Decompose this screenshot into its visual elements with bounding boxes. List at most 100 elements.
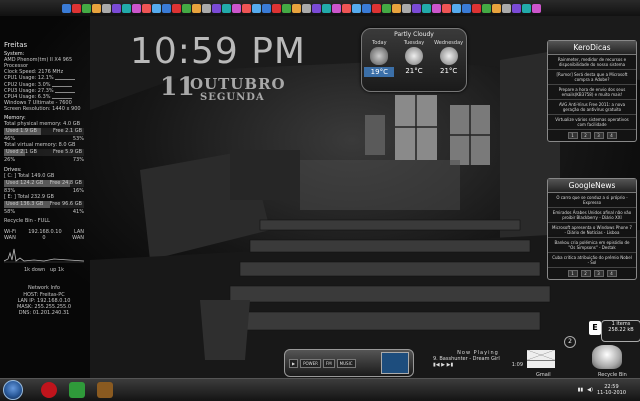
launcher-icon[interactable] (472, 3, 481, 13)
page-button[interactable]: 4 (606, 270, 617, 277)
launcher-icon[interactable] (522, 3, 531, 13)
winrar-icon[interactable] (97, 382, 113, 398)
news-item[interactable]: Emirados Árabes Unidos afinal não vão pr… (548, 208, 636, 223)
launcher-icon[interactable] (292, 3, 301, 13)
launcher-icon[interactable] (212, 3, 221, 13)
launcher-icon[interactable] (252, 3, 261, 13)
launcher-icon[interactable] (512, 3, 521, 13)
launcher-icon[interactable] (82, 3, 91, 13)
network-icon[interactable]: ▮▮ (578, 387, 584, 393)
launcher-icon[interactable] (282, 3, 291, 13)
launcher-icon[interactable] (132, 3, 141, 13)
launcher-icon[interactable] (92, 3, 101, 13)
launcher-icon[interactable] (262, 3, 271, 13)
windows-start-icon[interactable] (3, 380, 23, 400)
envelope-icon[interactable] (527, 350, 555, 368)
transport-controls[interactable]: ▮◀ ▶ ▶▮ (433, 362, 453, 368)
power-button[interactable]: POWER (300, 358, 321, 368)
unread-count-badge: 2 (564, 336, 576, 348)
launcher-icon[interactable] (272, 3, 281, 13)
drive-e-bar: Used 136.3 GB Free 96.6 GB (4, 200, 84, 208)
page-button[interactable]: 2 (580, 132, 591, 139)
page-button[interactable]: 3 (593, 270, 604, 277)
launcher-icon[interactable] (62, 3, 71, 13)
launcher-icon[interactable] (222, 3, 231, 13)
feed-item[interactable]: AVG Anti-Virus Free 2011: a nova geração… (548, 100, 636, 115)
drive-e-percent: 58% 41% (4, 208, 84, 215)
drive-c-total: [ C: ] Total 149.0 GB (4, 172, 55, 179)
news-item[interactable]: Microsoft apresenta o Windows Phone 7 - … (548, 223, 636, 238)
launcher-icon[interactable] (332, 3, 341, 13)
launcher-icon[interactable] (162, 3, 171, 13)
launcher-icon[interactable] (362, 3, 371, 13)
partly-cloudy-icon (370, 47, 389, 65)
launcher-icon[interactable] (452, 3, 461, 13)
play-icon[interactable]: ▶ (289, 358, 299, 368)
launcher-icon[interactable] (502, 3, 511, 13)
launcher-icon[interactable] (242, 3, 251, 13)
launcher-icon[interactable] (172, 3, 181, 13)
feed-item[interactable]: Rainmeter, medidor de recursos e disponi… (548, 55, 636, 70)
launcher-icon[interactable] (532, 3, 541, 13)
launcher-icon[interactable] (102, 3, 111, 13)
launcher-icon[interactable] (322, 3, 331, 13)
news-item[interactable]: Cuba critica atribuição do prémio Nobel … (548, 253, 636, 268)
dns-label: DNS: 01.201.240.31 (18, 309, 70, 316)
network-graph (3, 249, 85, 263)
launcher-icon[interactable] (382, 3, 391, 13)
music-button[interactable]: MUSIC (336, 358, 356, 368)
launcher-icon[interactable] (112, 3, 121, 13)
launcher-icon[interactable] (482, 3, 491, 13)
launcher-icon[interactable] (442, 3, 451, 13)
sun-icon (404, 47, 423, 65)
clock-month: OUTUBRO (190, 75, 286, 93)
page-button[interactable]: 4 (606, 132, 617, 139)
launcher-icon[interactable] (192, 3, 201, 13)
launcher-icon[interactable] (312, 3, 321, 13)
launcher-icon[interactable] (202, 3, 211, 13)
launcher-icon[interactable] (422, 3, 431, 13)
fm-button[interactable]: FM (322, 358, 335, 368)
launcher-icon[interactable] (402, 3, 411, 13)
launcher-icon[interactable] (352, 3, 361, 13)
messenger-icon[interactable] (69, 382, 85, 398)
virtual-memory-bar: Used 2.1 GB Free 5.9 GB (4, 149, 84, 157)
page-button[interactable]: 1 (567, 270, 578, 277)
drive-c-bar: Used 124.2 GB Free 24.8 GB (4, 179, 84, 187)
news-item[interactable]: O carro que se conduz a si próprio - Exp… (548, 193, 636, 208)
googlenews-gadget: GoogleNews O carro que se conduz a si pr… (547, 178, 637, 280)
news-item[interactable]: Bankou cria polémica em episódio de "Os … (548, 238, 636, 253)
net-speed-row: 1k down up 1k (24, 267, 64, 274)
page-button[interactable]: 1 (567, 132, 578, 139)
launcher-icon[interactable] (302, 3, 311, 13)
feed-item[interactable]: [Rumor] Será desta que a Microsoft compr… (548, 70, 636, 85)
processor-label: AMD Phenom(tm) II X4 965 Processor (4, 57, 73, 70)
launcher-icon[interactable] (372, 3, 381, 13)
launcher-icon[interactable] (432, 3, 441, 13)
launcher-icon[interactable] (412, 3, 421, 13)
launcher-icon[interactable] (492, 3, 501, 13)
page-button[interactable]: 2 (580, 270, 591, 277)
recycle-bin-icon[interactable] (592, 345, 622, 369)
feed-item[interactable]: Virtualize vários sistemas operativos co… (548, 115, 636, 130)
launcher-icon[interactable] (392, 3, 401, 13)
launcher-icon[interactable] (72, 3, 81, 13)
launcher-icon[interactable] (142, 3, 151, 13)
volume-icon[interactable]: ◀) (587, 387, 593, 393)
weather-condition: Partly Cloudy (394, 31, 434, 38)
sun-icon (439, 47, 458, 65)
launcher-icon[interactable] (122, 3, 131, 13)
launcher-icon[interactable] (152, 3, 161, 13)
opera-icon[interactable] (41, 382, 57, 398)
launcher-icon[interactable] (232, 3, 241, 13)
launcher-icon[interactable] (182, 3, 191, 13)
feed-item[interactable]: Prepare a hora de envio dos seus emails(… (548, 85, 636, 100)
drive-e-badge[interactable]: E (589, 321, 601, 335)
weather-gadget[interactable]: Partly Cloudy Today 19°C Tuesday 21°C We… (361, 28, 467, 92)
kerodicas-pager: 1 2 3 4 (548, 130, 636, 141)
launcher-icon[interactable] (342, 3, 351, 13)
page-button[interactable]: 3 (593, 132, 604, 139)
tray-clock[interactable]: 22:59 11-10-2010 (597, 384, 626, 396)
launcher-icon[interactable] (462, 3, 471, 13)
visualizer-display (381, 352, 409, 374)
